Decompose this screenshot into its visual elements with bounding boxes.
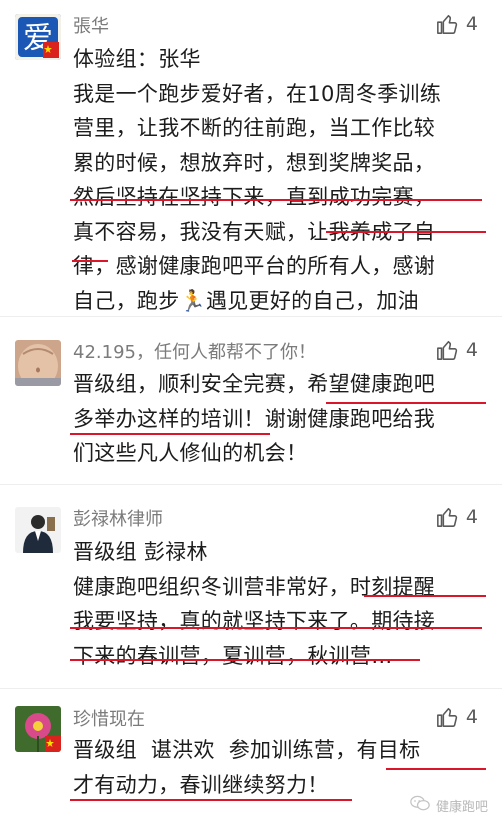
comment-line: 体验组：张华 <box>73 47 201 71</box>
avatar[interactable] <box>15 507 61 553</box>
comment-line: 们这些凡人修仙的机会！ <box>73 441 308 465</box>
like-count: 4 <box>465 339 478 361</box>
thumbs-up-icon <box>436 706 458 728</box>
highlight-underline <box>386 768 486 770</box>
avatar[interactable] <box>15 340 61 386</box>
avatar[interactable] <box>15 706 61 752</box>
comment-author[interactable]: 張华 <box>73 12 109 38</box>
like-count: 4 <box>465 706 478 728</box>
highlight-underline <box>326 231 486 233</box>
highlight-underline <box>70 799 352 801</box>
comment-line: 健康跑吧组织冬训营非常好，时刻提醒 <box>73 574 436 599</box>
highlight-underline <box>364 595 486 597</box>
avatar[interactable]: 爱 <box>15 14 61 60</box>
highlight-underline <box>70 627 482 629</box>
like-button[interactable]: 4 <box>436 506 478 528</box>
comment-line: 我是一个跑步爱好者，在10周冬季训练 <box>73 81 442 106</box>
comment-line: 累的时候，想放弃时，想到奖牌奖品， <box>73 150 436 175</box>
thumbs-up-icon <box>436 506 458 528</box>
comment-body: 体验组：张华 我是一个跑步爱好者，在10周冬季训练 营里，让我不断的往前跑，当工… <box>73 42 493 318</box>
comment-line: 晋级组，顺利安全完赛，希望健康跑吧 <box>73 372 436 396</box>
thumbs-up-icon <box>436 13 458 35</box>
comment-line: 我要坚持，真的就坚持下来了。期待接 <box>73 609 436 633</box>
highlight-underline <box>70 199 482 201</box>
highlight-underline <box>326 402 486 404</box>
comment-line: 自己，跑步🏃遇见更好的自己，加油 <box>73 288 419 313</box>
comment-line: 然后坚持在坚持下来，直到成功完赛， <box>73 185 436 209</box>
comment-author[interactable]: 珍惜现在 <box>73 705 145 731</box>
divider <box>0 316 502 317</box>
divider <box>0 484 502 485</box>
divider <box>0 688 502 689</box>
highlight-underline <box>72 260 108 262</box>
comment-line: 下来的春训营，夏训营，秋训营… <box>73 643 393 668</box>
comment-line: 营里，让我不断的往前跑，当工作比较 <box>73 116 436 140</box>
like-count: 4 <box>465 13 478 35</box>
like-button[interactable]: 4 <box>436 706 478 728</box>
comment-author[interactable]: 彭禄林律师 <box>73 505 163 531</box>
like-count: 4 <box>465 506 478 528</box>
wechat-icon <box>410 795 430 816</box>
comment-line: 晋级组 谌洪欢 参加训练营，有目标 <box>73 738 421 762</box>
highlight-underline <box>70 433 270 435</box>
highlight-underline <box>70 659 420 661</box>
comment-line: 律，感谢健康跑吧平台的所有人，感谢 <box>73 254 436 278</box>
comment-line: 多举办这样的培训！谢谢健康跑吧给我 <box>73 406 436 431</box>
comment-body: 晋级组 彭禄林 健康跑吧组织冬训营非常好，时刻提醒 我要坚持，真的就坚持下来了。… <box>73 535 493 673</box>
comment-body: 晋级组，顺利安全完赛，希望健康跑吧 多举办这样的培训！谢谢健康跑吧给我 们这些凡… <box>73 367 493 471</box>
comment-author[interactable]: 42.195，任何人都帮不了你！ <box>73 338 316 364</box>
like-button[interactable]: 4 <box>436 339 478 361</box>
comment-line: 晋级组 彭禄林 <box>73 540 208 564</box>
watermark-label: 健康跑吧 <box>435 800 488 815</box>
watermark: 健康跑吧 <box>410 795 488 816</box>
avatar-love-icon: 爱 <box>15 14 61 60</box>
thumbs-up-icon <box>436 339 458 361</box>
like-button[interactable]: 4 <box>436 13 478 35</box>
